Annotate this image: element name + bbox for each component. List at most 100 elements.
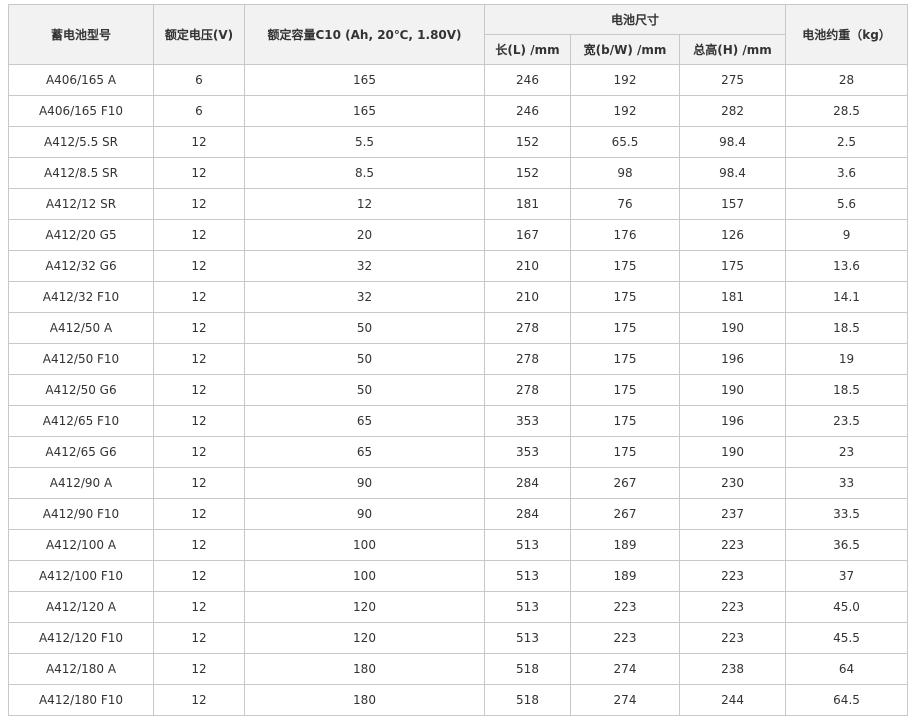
cell-voltage: 12 [153,622,245,654]
cell-length: 210 [484,281,571,313]
cell-length: 278 [484,374,571,406]
cell-model: A412/120 A [8,591,154,623]
cell-weight: 19 [785,343,909,375]
table-row: A412/180 A 12 180 518 274 238 64 [8,653,909,685]
cell-height: 275 [678,64,787,96]
cell-capacity: 50 [244,343,485,375]
cell-width: 223 [570,591,680,623]
cell-length: 167 [484,219,571,251]
cell-width: 175 [570,343,680,375]
cell-height: 190 [678,312,787,344]
cell-height: 244 [678,684,787,716]
cell-capacity: 180 [244,653,485,685]
cell-voltage: 12 [153,250,245,282]
table-row: A412/180 F10 12 180 518 274 244 64.5 [8,684,909,716]
cell-length: 210 [484,250,571,282]
cell-weight: 37 [785,560,909,592]
table-row: A412/100 F10 12 100 513 189 223 37 [8,560,909,592]
cell-width: 189 [570,529,680,561]
cell-width: 274 [570,684,680,716]
cell-height: 223 [678,560,787,592]
cell-weight: 3.6 [785,157,909,189]
cell-voltage: 12 [153,374,245,406]
cell-height: 190 [678,436,787,468]
cell-voltage: 12 [153,281,245,313]
cell-length: 246 [484,64,571,96]
cell-model: A412/8.5 SR [8,157,154,189]
cell-width: 175 [570,281,680,313]
cell-model: A412/50 F10 [8,343,154,375]
header-width: 宽(b/W) /mm [570,34,680,65]
table-header: 蓄电池型号 额定电压(V) 额定容量C10 (Ah, 20℃, 1.80V) 电… [8,4,909,65]
cell-weight: 13.6 [785,250,909,282]
cell-voltage: 12 [153,157,245,189]
header-dimensions: 电池尺寸 [483,4,787,35]
cell-height: 238 [678,653,787,685]
cell-voltage: 12 [153,219,245,251]
cell-width: 175 [570,374,680,406]
cell-voltage: 12 [153,653,245,685]
table-row: A412/90 F10 12 90 284 267 237 33.5 [8,498,909,530]
cell-model: A412/180 F10 [8,684,154,716]
header-length: 长(L) /mm [484,34,571,65]
header-voltage: 额定电压(V) [153,4,245,65]
cell-voltage: 12 [153,529,245,561]
cell-length: 518 [484,653,571,685]
cell-width: 65.5 [570,126,680,158]
header-capacity: 额定容量C10 (Ah, 20℃, 1.80V) [244,4,485,65]
cell-height: 230 [678,467,787,499]
cell-weight: 18.5 [785,374,909,406]
cell-voltage: 12 [153,591,245,623]
table-row: A412/50 F10 12 50 278 175 196 19 [8,343,909,375]
cell-width: 98 [570,157,680,189]
cell-length: 246 [484,95,571,127]
table-row: A412/5.5 SR 12 5.5 152 65.5 98.4 2.5 [8,126,909,158]
cell-model: A412/90 F10 [8,498,154,530]
cell-width: 267 [570,467,680,499]
table-row: A412/120 F10 12 120 513 223 223 45.5 [8,622,909,654]
cell-capacity: 90 [244,467,485,499]
cell-height: 196 [678,405,787,437]
cell-capacity: 50 [244,312,485,344]
cell-length: 278 [484,312,571,344]
table-row: A412/8.5 SR 12 8.5 152 98 98.4 3.6 [8,157,909,189]
cell-height: 223 [678,591,787,623]
cell-weight: 64.5 [785,684,909,716]
cell-capacity: 165 [244,95,485,127]
header-row-top: 蓄电池型号 额定电压(V) 额定容量C10 (Ah, 20℃, 1.80V) 电… [8,4,909,65]
cell-width: 192 [570,64,680,96]
cell-model: A406/165 F10 [8,95,154,127]
cell-height: 181 [678,281,787,313]
cell-capacity: 12 [244,188,485,220]
battery-spec-table: 蓄电池型号 额定电压(V) 额定容量C10 (Ah, 20℃, 1.80V) 电… [8,4,909,716]
cell-voltage: 12 [153,498,245,530]
cell-voltage: 12 [153,436,245,468]
cell-height: 98.4 [678,126,787,158]
cell-length: 152 [484,157,571,189]
cell-model: A412/100 F10 [8,560,154,592]
cell-model: A412/180 A [8,653,154,685]
table-row: A412/90 A 12 90 284 267 230 33 [8,467,909,499]
cell-capacity: 8.5 [244,157,485,189]
cell-height: 126 [678,219,787,251]
cell-model: A412/120 F10 [8,622,154,654]
cell-model: A412/32 G6 [8,250,154,282]
cell-voltage: 6 [153,95,245,127]
cell-height: 157 [678,188,787,220]
cell-width: 175 [570,312,680,344]
cell-voltage: 12 [153,405,245,437]
cell-length: 284 [484,467,571,499]
cell-model: A412/20 G5 [8,219,154,251]
cell-width: 175 [570,436,680,468]
cell-width: 274 [570,653,680,685]
cell-height: 237 [678,498,787,530]
header-height: 总高(H) /mm [678,34,787,65]
cell-length: 513 [484,560,571,592]
cell-model: A412/65 F10 [8,405,154,437]
cell-capacity: 165 [244,64,485,96]
cell-height: 98.4 [678,157,787,189]
table-row: A412/65 F10 12 65 353 175 196 23.5 [8,405,909,437]
cell-length: 353 [484,405,571,437]
cell-model: A412/50 G6 [8,374,154,406]
table-row: A412/20 G5 12 20 167 176 126 9 [8,219,909,251]
